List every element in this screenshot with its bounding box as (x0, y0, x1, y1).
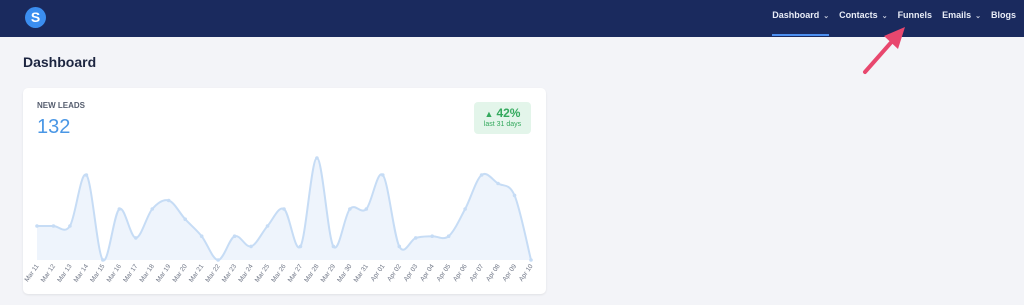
x-tick-label: Apr 03 (403, 263, 420, 283)
x-tick-label: Mar 31 (353, 263, 371, 284)
chart-point (397, 244, 402, 249)
chart-point (479, 173, 484, 177)
chart-point (430, 234, 435, 238)
x-tick-label: Mar 15 (89, 263, 107, 284)
chart-point (496, 181, 500, 186)
x-tick-label: Apr 09 (501, 263, 518, 283)
chart-point (512, 193, 517, 198)
x-tick-label: Mar 28 (303, 263, 321, 284)
x-tick-label: Mar 30 (336, 263, 354, 284)
x-tick-label: Mar 24 (237, 263, 255, 284)
chevron-down-icon: ⌄ (975, 13, 981, 20)
x-tick-label: Mar 20 (171, 263, 189, 284)
chart-point (282, 207, 286, 211)
nav-item-blogs[interactable]: Blogs (991, 0, 1016, 37)
chart-point (265, 224, 270, 228)
chart-point (35, 224, 39, 228)
nav-item-label: Emails (942, 10, 972, 20)
x-tick-label: Mar 23 (221, 263, 239, 284)
annotation-arrow-icon (863, 27, 905, 74)
chart-point (51, 224, 56, 228)
x-tick-label: Apr 05 (436, 263, 453, 283)
app-logo[interactable]: S (25, 7, 46, 28)
x-tick-label: Mar 12 (40, 263, 58, 284)
x-tick-label: Mar 19 (155, 263, 173, 284)
chart-point (166, 198, 171, 203)
chevron-down-icon: ⌄ (881, 13, 888, 20)
chart-point (84, 173, 89, 177)
x-tick-label: Apr 07 (469, 263, 486, 283)
chart-point (199, 234, 204, 238)
chart-point (298, 244, 303, 249)
x-tick-label: Mar 18 (139, 263, 157, 284)
chart-point (381, 173, 385, 177)
chart-point (331, 244, 336, 249)
chart-point (117, 207, 122, 211)
x-tick-label: Apr 02 (386, 263, 403, 283)
page-title: Dashboard (23, 54, 97, 70)
chart-point (232, 234, 237, 238)
x-tick-label: Apr 04 (419, 263, 436, 283)
chart-point (216, 258, 220, 262)
new-leads-card: NEW LEADS 132 ▲ 42% last 31 days Mar 11 Ma… (23, 88, 546, 294)
x-tick-label: Apr 01 (370, 263, 387, 283)
chart-point (463, 207, 467, 211)
x-tick-label: Mar 29 (320, 263, 338, 284)
x-tick-label: Apr 10 (518, 263, 535, 283)
chart-point (101, 258, 105, 262)
chart-point (413, 236, 418, 240)
chart-point (529, 258, 533, 262)
chevron-down-icon: ⌄ (823, 13, 830, 20)
chart-point (315, 156, 319, 160)
chart-point (249, 244, 253, 249)
x-tick-label: Mar 25 (254, 263, 272, 284)
chart-point (68, 224, 72, 228)
x-tick-label: Apr 08 (485, 263, 502, 283)
nav-item-emails[interactable]: Emails ⌄ (942, 0, 981, 37)
nav-item-label: Dashboard (772, 10, 820, 20)
nav-item-label: Funnels (897, 10, 933, 20)
x-tick-label: Mar 21 (188, 263, 206, 284)
x-tick-label: Mar 27 (287, 263, 305, 284)
chart-point (364, 207, 369, 211)
nav-item-label: Blogs (990, 10, 1016, 20)
x-tick-label: Mar 16 (106, 263, 124, 284)
x-tick-label: Mar 11 (24, 263, 41, 284)
x-tick-label: Mar 22 (204, 263, 222, 284)
nav-item-dashboard[interactable]: Dashboard ⌄ (772, 0, 829, 37)
chart-point (348, 207, 352, 211)
chart-point (134, 236, 138, 240)
chart-point (150, 207, 155, 211)
x-tick-label: Apr 06 (452, 263, 469, 283)
x-tick-label: Mar 13 (56, 263, 74, 284)
x-tick-label: Mar 26 (270, 263, 288, 284)
chart-point (446, 234, 451, 238)
x-tick-label: Mar 17 (122, 263, 140, 284)
x-tick-label: Mar 14 (73, 263, 91, 284)
nav-item-label: Contacts (839, 10, 878, 20)
leads-chart: Mar 11 Mar 12 Mar 13 Mar 14 Mar 15 Mar 16 Mar … (24, 156, 535, 284)
chart-point (183, 217, 187, 221)
